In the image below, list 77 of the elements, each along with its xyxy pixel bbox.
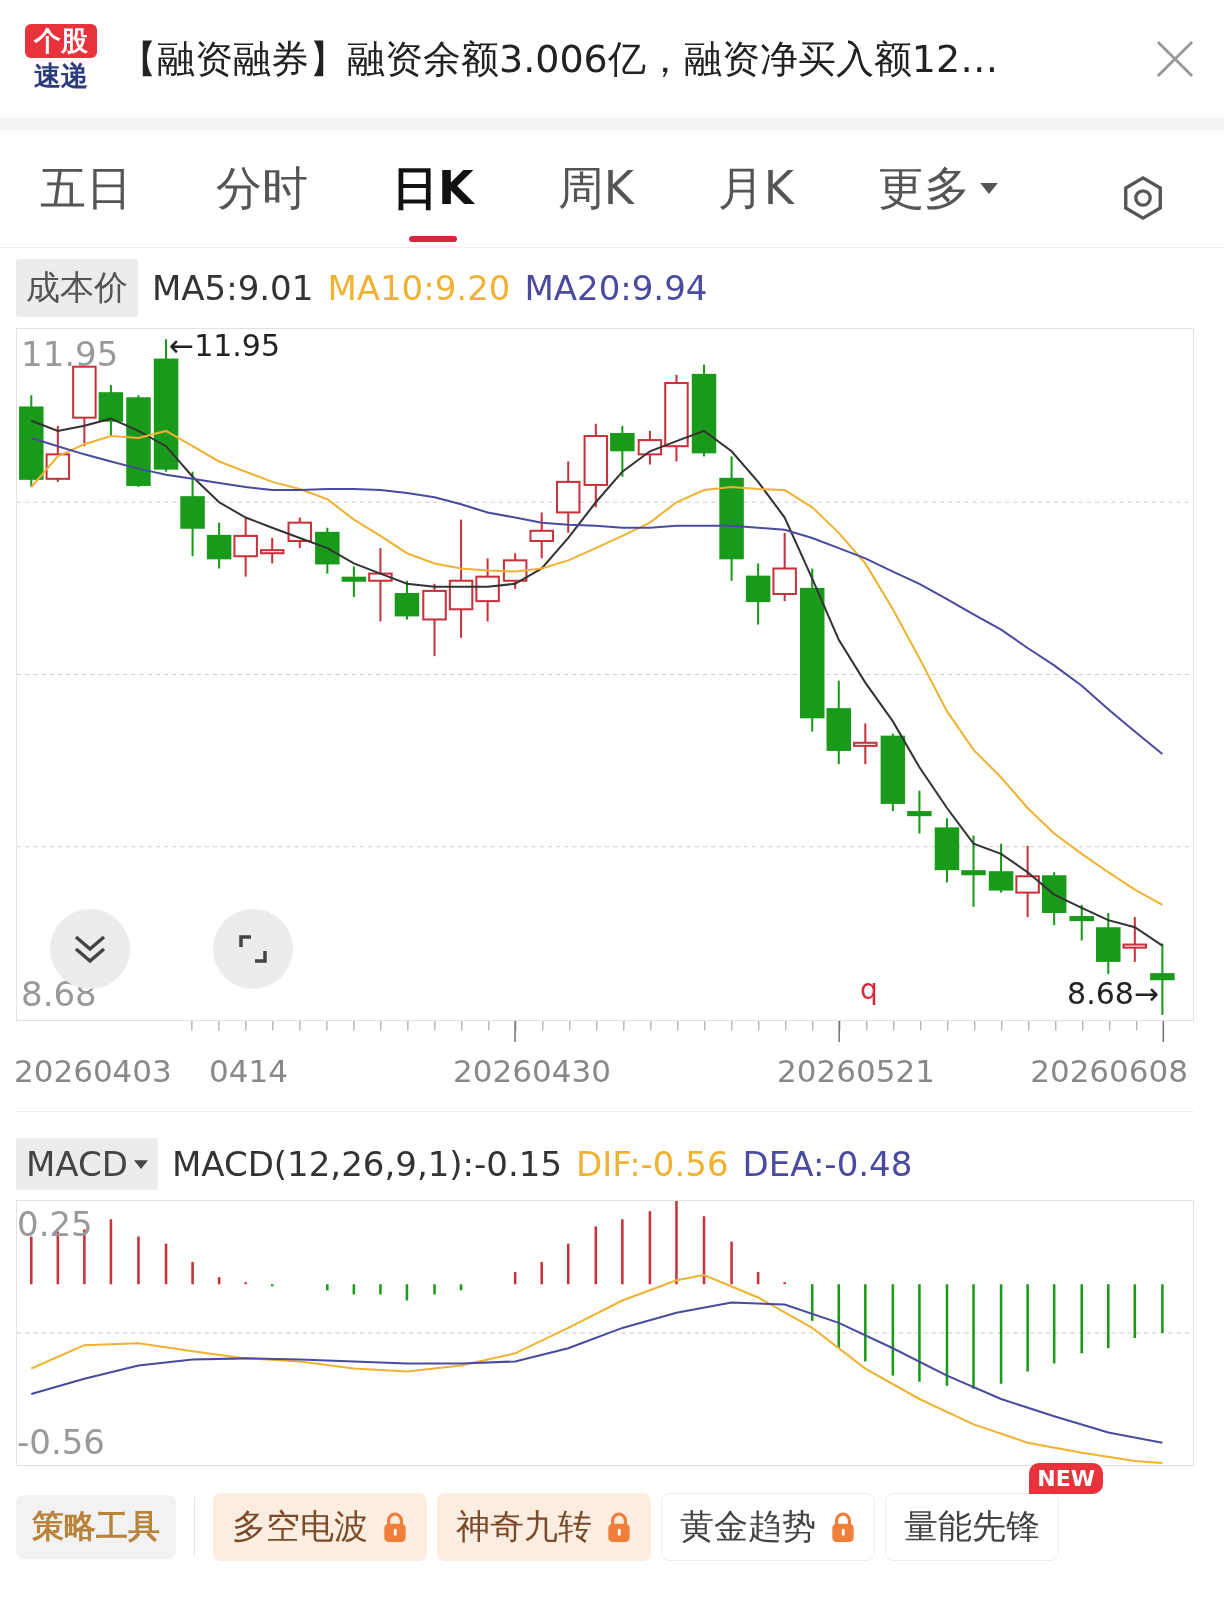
histogram-bar bbox=[730, 1241, 733, 1285]
date-label: 0414 bbox=[209, 1053, 288, 1089]
caret-icon bbox=[980, 183, 998, 194]
histogram-bar bbox=[164, 1243, 168, 1285]
close-icon[interactable] bbox=[1156, 40, 1194, 78]
histogram-bar bbox=[513, 1272, 517, 1285]
period-tab[interactable]: 分时 bbox=[216, 150, 308, 245]
histogram-bar bbox=[837, 1284, 841, 1349]
histogram-bar bbox=[566, 1243, 570, 1285]
histogram-bar bbox=[756, 1272, 760, 1285]
candlestick bbox=[772, 532, 797, 602]
period-tab[interactable]: 周K bbox=[557, 150, 634, 245]
price-axis-label: 11.95 bbox=[21, 337, 119, 371]
histogram-bar bbox=[109, 1219, 113, 1285]
macd-axis-label: -0.56 bbox=[17, 1425, 105, 1459]
histogram-bar bbox=[217, 1277, 221, 1285]
strategy-tool-button[interactable]: 神奇九转 bbox=[437, 1493, 651, 1561]
candlestick bbox=[287, 517, 312, 549]
histogram-bar bbox=[1161, 1284, 1164, 1333]
histogram-bar bbox=[594, 1226, 598, 1285]
histogram-bar bbox=[379, 1284, 382, 1295]
histogram-bar bbox=[30, 1236, 33, 1285]
indicator-dropdown[interactable]: MACD bbox=[16, 1138, 158, 1190]
candlestick bbox=[529, 512, 554, 559]
badge-top-text: 个股 bbox=[25, 24, 97, 58]
caret-icon bbox=[133, 1159, 148, 1169]
ma-reading: MA5:9.01 bbox=[152, 268, 314, 308]
new-badge: NEW bbox=[1029, 1463, 1103, 1494]
candlestick bbox=[502, 553, 528, 589]
histogram-bar bbox=[702, 1216, 706, 1285]
date-label: 20260521 bbox=[777, 1053, 935, 1089]
histogram-bar bbox=[326, 1284, 329, 1291]
macd-axis-label: 0.25 bbox=[17, 1207, 93, 1241]
candlestick bbox=[1041, 872, 1067, 926]
date-label: 20260608 bbox=[1030, 1053, 1188, 1089]
strategy-tool-button[interactable]: 多空电波 bbox=[213, 1493, 427, 1561]
candlestick bbox=[934, 818, 960, 883]
histogram-bar bbox=[783, 1282, 786, 1285]
histogram-bar bbox=[1080, 1284, 1083, 1354]
event-marker: q bbox=[860, 973, 878, 1006]
histogram-bar bbox=[433, 1284, 436, 1295]
low-price-marker: 8.68→ bbox=[1067, 979, 1159, 1009]
macd-reading: DIF:-0.56 bbox=[576, 1144, 729, 1184]
period-tab[interactable]: 日K bbox=[392, 150, 474, 245]
period-tab[interactable]: 月K bbox=[717, 150, 794, 245]
candlestick bbox=[556, 461, 581, 533]
candlestick bbox=[1096, 913, 1121, 975]
histogram-bar bbox=[621, 1219, 624, 1285]
ma-reading: MA20:9.94 bbox=[524, 268, 708, 308]
period-tab[interactable]: 五日 bbox=[40, 150, 132, 245]
cost-price-button[interactable]: 成本价 bbox=[16, 259, 138, 317]
histogram-bar bbox=[1133, 1284, 1137, 1339]
ma-reading: MA10:9.20 bbox=[327, 268, 511, 308]
strategy-tool-button[interactable]: 黄金趋势 bbox=[661, 1493, 875, 1561]
badge-bottom-text: 速递 bbox=[34, 59, 88, 93]
candlestick bbox=[961, 835, 986, 907]
histogram-bar bbox=[540, 1261, 543, 1285]
histogram-bar bbox=[459, 1284, 463, 1291]
histogram-bar bbox=[270, 1284, 274, 1287]
candlestick bbox=[1069, 904, 1094, 941]
histogram-bar bbox=[137, 1236, 140, 1285]
histogram-bar bbox=[352, 1284, 356, 1295]
period-tab[interactable]: 更多 bbox=[878, 150, 998, 245]
candlestick bbox=[1122, 917, 1148, 962]
date-label: 20260403 bbox=[14, 1053, 172, 1089]
macd-reading: MACD(12,26,9,1):-0.15 bbox=[171, 1144, 562, 1184]
histogram-bar bbox=[1107, 1284, 1110, 1349]
macd-reading: DEA:-0.48 bbox=[742, 1144, 913, 1184]
news-headline[interactable]: 【融资融券】融资余额3.006亿，融资净买入额12… bbox=[119, 33, 1134, 85]
histogram-bar bbox=[405, 1284, 409, 1301]
date-label: 20260430 bbox=[453, 1053, 611, 1089]
histogram-bar bbox=[810, 1284, 814, 1321]
strategy-tool-button[interactable]: 量能先锋 bbox=[885, 1493, 1059, 1561]
candlestick bbox=[853, 723, 878, 765]
high-price-marker: ←11.95 bbox=[169, 331, 281, 361]
histogram-bar bbox=[244, 1282, 247, 1285]
histogram-bar bbox=[191, 1261, 194, 1285]
